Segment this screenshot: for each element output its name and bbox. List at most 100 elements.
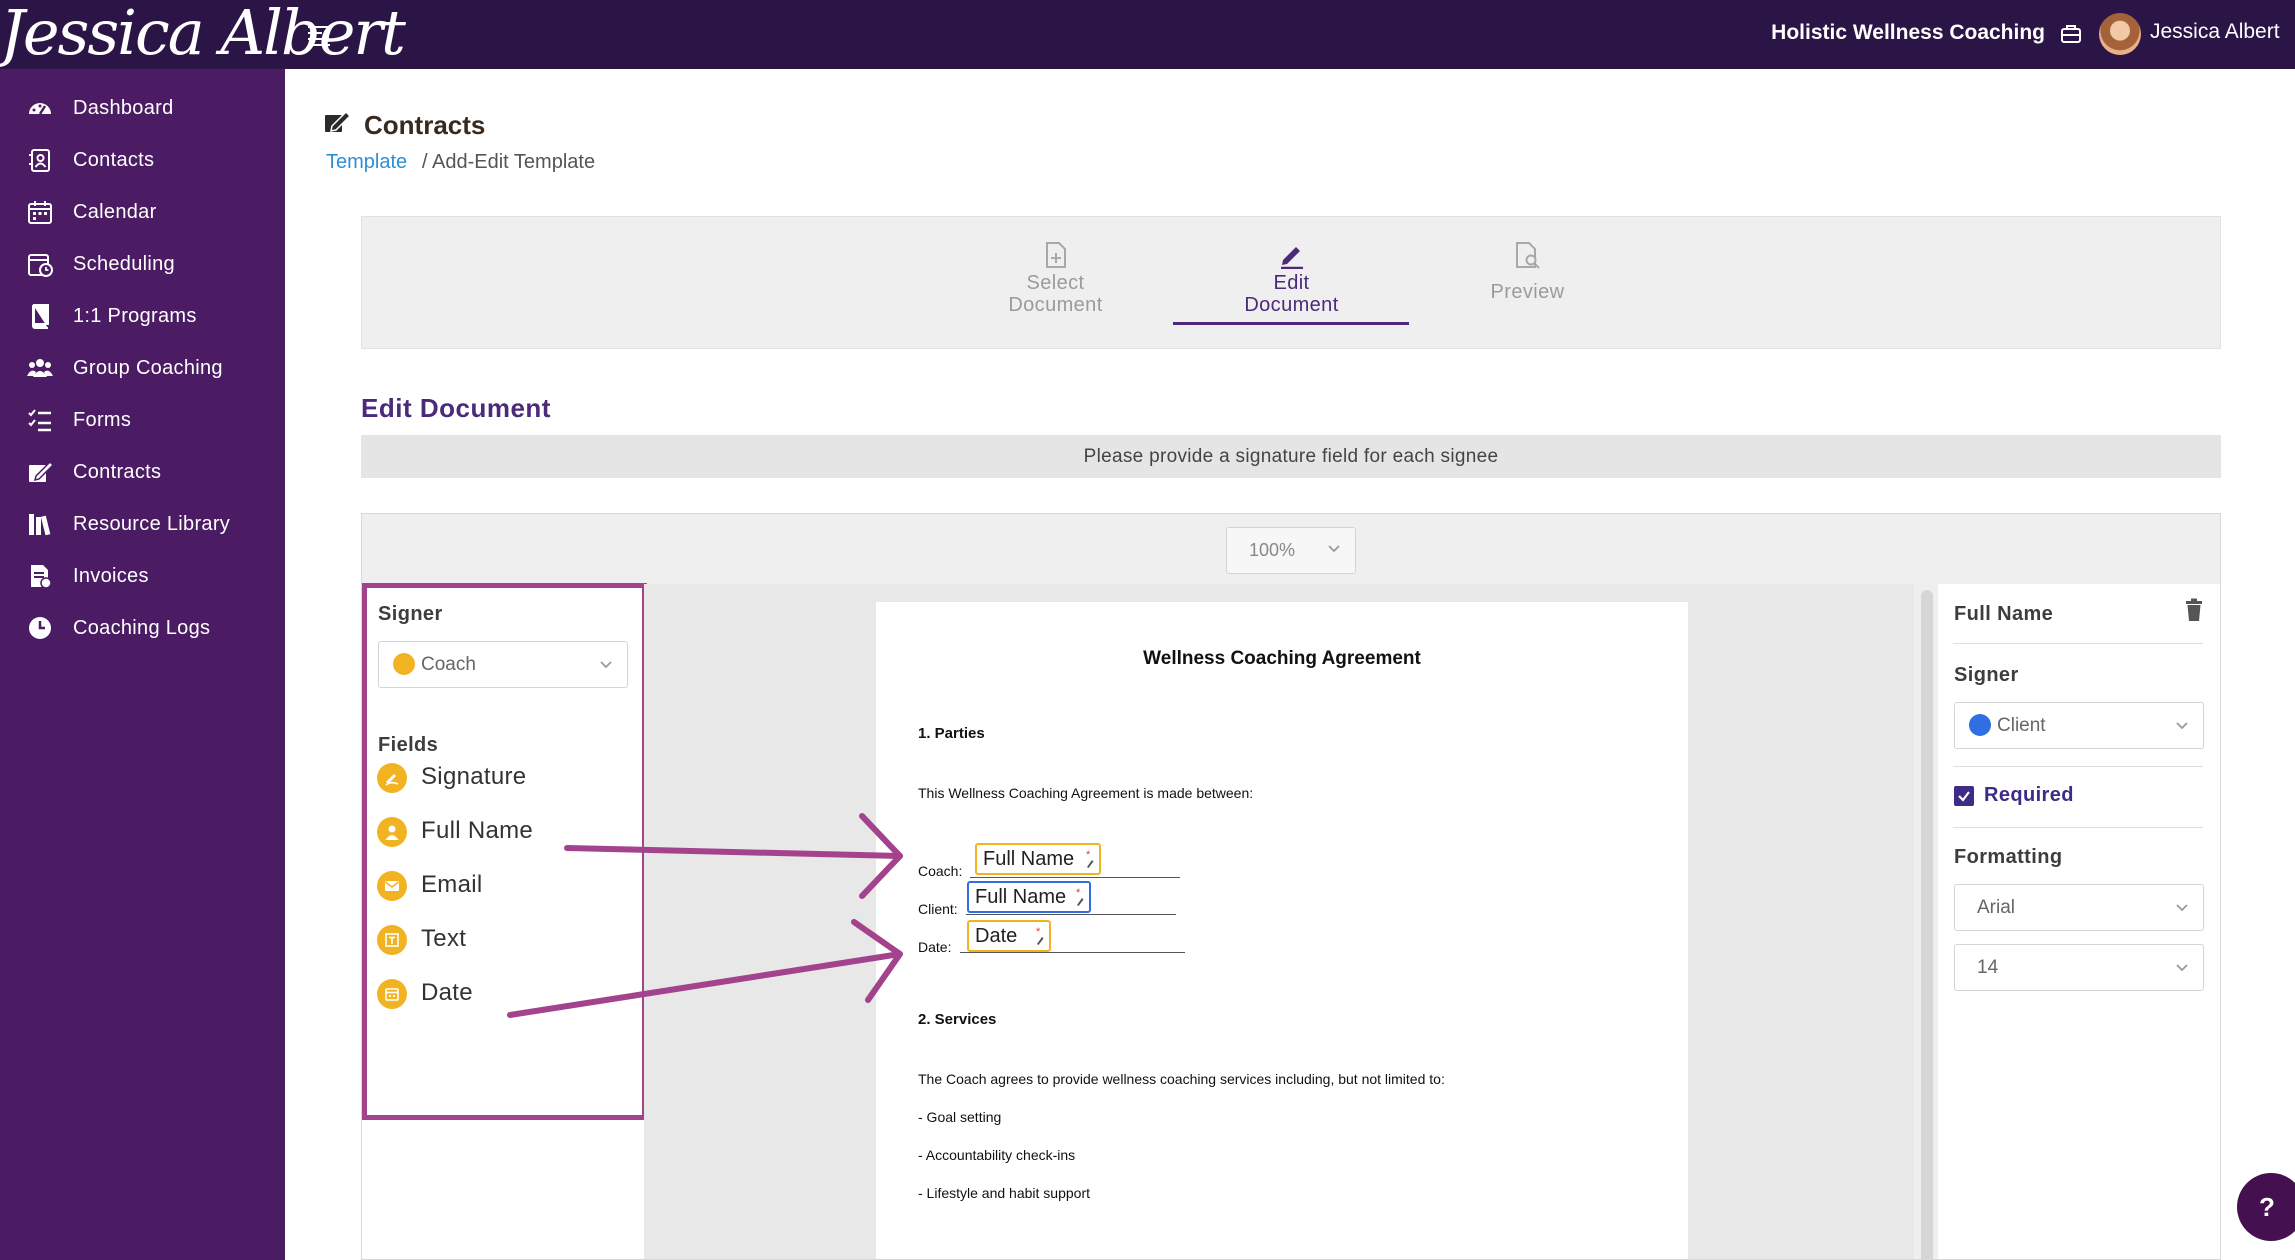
divider bbox=[1953, 643, 2203, 644]
user-name[interactable]: Jessica Albert bbox=[2150, 20, 2280, 44]
avatar[interactable] bbox=[2099, 13, 2141, 55]
sidebar-item-programs[interactable]: 1:1 Programs bbox=[0, 286, 285, 346]
sidebar-item-contracts[interactable]: Contracts bbox=[0, 442, 285, 502]
doc-title: Wellness Coaching Agreement bbox=[1143, 648, 1421, 669]
step-select-document[interactable]: Select Document bbox=[938, 241, 1173, 316]
date-line-label: Date: bbox=[918, 939, 952, 955]
font-size-select[interactable]: 14 bbox=[1954, 944, 2204, 991]
sidebar-item-contacts[interactable]: Contacts bbox=[0, 130, 285, 190]
sidebar: Dashboard Contacts Calendar Scheduling 1… bbox=[0, 69, 285, 1260]
date-field[interactable]: Date * bbox=[967, 920, 1051, 952]
coach-line-label: Coach: bbox=[918, 863, 963, 879]
doc-intro: This Wellness Coaching Agreement is made… bbox=[918, 785, 1254, 801]
sidebar-item-resource-library[interactable]: Resource Library bbox=[0, 494, 285, 554]
sidebar-item-label: Forms bbox=[73, 408, 132, 431]
signer-select[interactable]: Client bbox=[1954, 702, 2204, 749]
contracts-icon bbox=[325, 110, 352, 132]
brand-logo[interactable]: Jessica Albert bbox=[0, 0, 406, 70]
switch-business-icon[interactable] bbox=[2060, 24, 2082, 44]
page-title: Contracts bbox=[364, 110, 486, 140]
services-intro: The Coach agrees to provide wellness coa… bbox=[918, 1071, 1445, 1087]
scheduling-icon bbox=[28, 254, 53, 277]
sidebar-item-label: Contacts bbox=[73, 148, 155, 171]
breadcrumb-template-link[interactable]: Template bbox=[326, 151, 407, 174]
invoice-icon bbox=[31, 565, 52, 589]
placeholder-label: Date bbox=[975, 925, 1018, 947]
sidebar-item-label: Dashboard bbox=[73, 96, 174, 119]
selected-field-title: Full Name bbox=[1954, 603, 2054, 625]
sidebar-item-label: Contracts bbox=[73, 460, 162, 483]
coach-full-name-field[interactable]: Full Name * bbox=[975, 843, 1101, 875]
signature-notice: Please provide a signature field for eac… bbox=[361, 435, 2221, 478]
font-value: Arial bbox=[1977, 897, 2016, 918]
contacts-icon bbox=[29, 149, 50, 172]
sidebar-item-calendar[interactable]: Calendar bbox=[0, 182, 285, 242]
help-button[interactable]: ? bbox=[2237, 1173, 2295, 1241]
required-mark-icon: * bbox=[1036, 926, 1044, 945]
service-item: - Lifestyle and habit support bbox=[918, 1185, 1090, 1201]
chevron-down-icon bbox=[1328, 545, 1340, 553]
trash-icon[interactable] bbox=[2184, 598, 2204, 622]
dashboard-icon bbox=[29, 103, 51, 115]
file-add-icon bbox=[1045, 242, 1066, 268]
section-title: Edit Document bbox=[361, 393, 551, 423]
step-preview[interactable]: Preview bbox=[1410, 241, 1645, 303]
doc-heading-services: 2. Services bbox=[918, 1011, 997, 1028]
svg-text:*: * bbox=[1036, 926, 1041, 938]
business-name[interactable]: Holistic Wellness Coaching bbox=[1771, 21, 2045, 45]
signer-label: Signer bbox=[1954, 664, 2019, 686]
font-family-select[interactable]: Arial bbox=[1954, 884, 2204, 931]
calendar-icon bbox=[28, 201, 52, 224]
required-mark-icon: * bbox=[1086, 849, 1094, 868]
menu-toggle-icon[interactable] bbox=[306, 22, 332, 48]
date-line bbox=[960, 952, 1185, 953]
formatting-label: Formatting bbox=[1954, 846, 2063, 868]
required-label[interactable]: Required bbox=[1984, 784, 2074, 807]
zoom-select[interactable]: 100% bbox=[1226, 527, 1356, 574]
step-label-line1: Select bbox=[1026, 272, 1085, 294]
service-item: - Goal setting bbox=[918, 1109, 1002, 1125]
step-label: Preview bbox=[1490, 281, 1565, 303]
active-step-indicator bbox=[1173, 322, 1409, 325]
document-editor: 100% Signer Coach Fields Signature Full … bbox=[361, 513, 2221, 1260]
size-value: 14 bbox=[1977, 957, 1999, 978]
sidebar-item-invoices[interactable]: Invoices bbox=[0, 546, 285, 606]
document-page[interactable]: Wellness Coaching Agreement 1. Parties T… bbox=[876, 602, 1688, 1259]
placeholder-label: Full Name bbox=[983, 848, 1075, 870]
step-label-line2: Document bbox=[1008, 294, 1103, 316]
clock-icon bbox=[29, 617, 51, 639]
document-search-icon bbox=[1515, 242, 1540, 269]
group-icon bbox=[27, 359, 53, 377]
client-full-name-field[interactable]: Full Name * bbox=[967, 881, 1091, 913]
step-label-line2: Document bbox=[1244, 294, 1339, 316]
field-properties-panel: Full Name Signer Client Required Formatt… bbox=[1938, 584, 2220, 1259]
step-edit-document[interactable]: Edit Document bbox=[1174, 241, 1409, 316]
sidebar-item-label: Scheduling bbox=[73, 252, 175, 275]
contracts-icon bbox=[29, 460, 54, 482]
sidebar-item-label: 1:1 Programs bbox=[73, 304, 197, 327]
sidebar-item-coaching-logs[interactable]: Coaching Logs bbox=[0, 598, 285, 658]
doc-heading-parties: 1. Parties bbox=[918, 725, 985, 742]
pencil-icon bbox=[1280, 247, 1303, 269]
step-label-line1: Edit bbox=[1273, 272, 1310, 294]
sidebar-item-label: Group Coaching bbox=[73, 356, 223, 379]
fields-panel-highlight bbox=[362, 583, 647, 1120]
check-icon bbox=[1958, 791, 1970, 802]
sidebar-item-label: Invoices bbox=[73, 564, 149, 587]
sidebar-item-label: Coaching Logs bbox=[73, 616, 211, 639]
coach-line bbox=[970, 877, 1180, 878]
chevron-down-icon bbox=[2176, 964, 2188, 972]
top-bar: Jessica Albert Holistic Wellness Coachin… bbox=[0, 0, 2295, 69]
client-line-label: Client: bbox=[918, 901, 958, 917]
sidebar-item-forms[interactable]: Forms bbox=[0, 390, 285, 450]
sidebar-item-label: Resource Library bbox=[73, 512, 231, 535]
canvas-scrollbar[interactable] bbox=[1921, 590, 1933, 1259]
sidebar-item-dashboard[interactable]: Dashboard bbox=[0, 78, 285, 138]
divider bbox=[1953, 766, 2203, 767]
sidebar-item-scheduling[interactable]: Scheduling bbox=[0, 234, 285, 294]
sidebar-item-group-coaching[interactable]: Group Coaching bbox=[0, 338, 285, 398]
required-checkbox[interactable] bbox=[1954, 786, 1974, 806]
signer-value: Client bbox=[1997, 715, 2046, 736]
zoom-value: 100% bbox=[1249, 540, 1296, 560]
chevron-down-icon bbox=[2176, 722, 2188, 730]
